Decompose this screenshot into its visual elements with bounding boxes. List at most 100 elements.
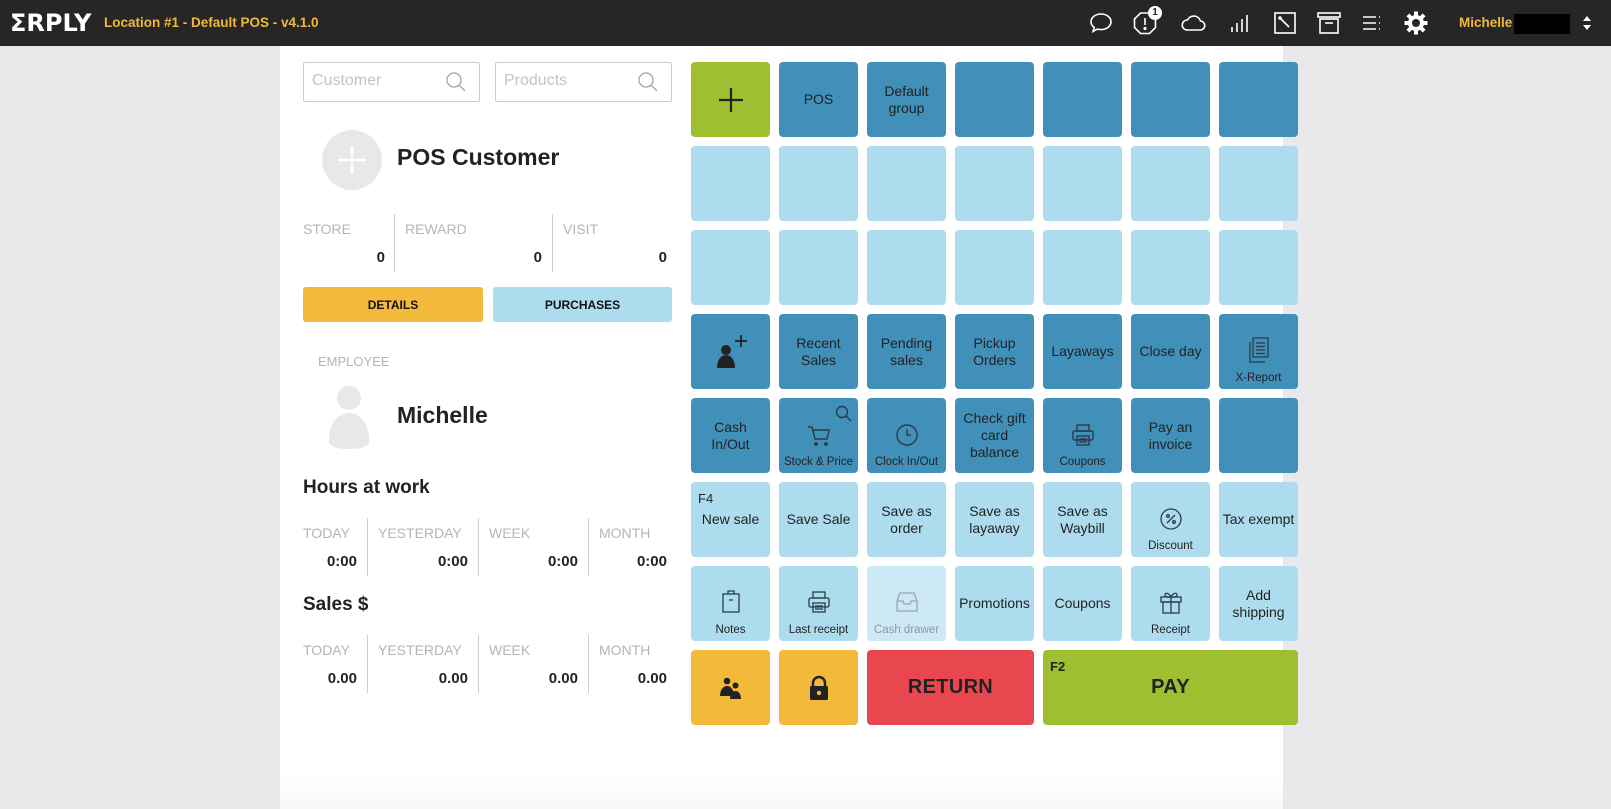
purchases-button[interactable]: PURCHASES: [493, 287, 672, 322]
empty-tile[interactable]: [1131, 62, 1210, 137]
return-button[interactable]: RETURN: [867, 650, 1034, 725]
new-sale-button[interactable]: F4 New sale: [691, 482, 770, 557]
empty-product-tile[interactable]: [779, 230, 858, 305]
empty-product-tile[interactable]: [867, 230, 946, 305]
x-report-button[interactable]: X-Report: [1219, 314, 1298, 389]
discount-button[interactable]: Discount: [1131, 482, 1210, 557]
notes-button[interactable]: Notes: [691, 566, 770, 641]
customer-search-input[interactable]: [312, 72, 442, 90]
details-button[interactable]: DETAILS: [303, 287, 483, 322]
recent-sales-button[interactable]: Recent Sales: [779, 314, 858, 389]
top-bar: ΣRPLY Location #1 - Default POS - v4.1.0…: [0, 0, 1611, 46]
tile-label: POS: [803, 91, 834, 107]
clock-in-out-button[interactable]: Clock In/Out: [867, 398, 946, 473]
users-icon: [719, 677, 741, 699]
plus-icon: [718, 87, 743, 112]
tile-label: Promotions: [959, 595, 1030, 611]
search-icon[interactable]: [445, 71, 467, 93]
percent-icon: [1159, 508, 1182, 530]
promotions-button[interactable]: Promotions: [955, 566, 1034, 641]
sales-value-today: 0.00: [327, 670, 357, 687]
empty-product-tile[interactable]: [867, 146, 946, 221]
chat-icon[interactable]: [1087, 9, 1115, 37]
tile-label: Last receipt: [788, 624, 849, 636]
empty-tile[interactable]: [1219, 398, 1298, 473]
tile-label: Check gift card balance: [963, 410, 1026, 460]
cash-in-out-button[interactable]: Cash In/Out: [691, 398, 770, 473]
empty-product-tile[interactable]: [691, 146, 770, 221]
add-shipping-button[interactable]: Add shipping: [1219, 566, 1298, 641]
empty-product-tile[interactable]: [1131, 230, 1210, 305]
empty-tile[interactable]: [1043, 62, 1122, 137]
pay-button[interactable]: F2 PAY: [1043, 650, 1298, 725]
empty-product-tile[interactable]: [1043, 230, 1122, 305]
save-sale-button[interactable]: Save Sale: [779, 482, 858, 557]
employee-name: Michelle: [397, 402, 488, 428]
sales-label-today: TODAY: [303, 642, 350, 658]
layaways-button[interactable]: Layaways: [1043, 314, 1122, 389]
lock-button[interactable]: [779, 650, 858, 725]
stock-price-button[interactable]: Stock & Price: [779, 398, 858, 473]
empty-product-tile[interactable]: [691, 230, 770, 305]
empty-product-tile[interactable]: [955, 230, 1034, 305]
sales-label-month: MONTH: [599, 642, 651, 658]
pending-sales-button[interactable]: Pending sales: [867, 314, 946, 389]
coupons-button[interactable]: Coupons: [1043, 566, 1122, 641]
sales-label-week: WEEK: [489, 642, 531, 658]
save-as-layaway-button[interactable]: Save as layaway: [955, 482, 1034, 557]
tax-exempt-button[interactable]: Tax exempt: [1219, 482, 1298, 557]
archive-icon[interactable]: [1315, 9, 1343, 37]
add-customer-button[interactable]: [691, 314, 770, 389]
search-icon[interactable]: [637, 71, 659, 93]
empty-product-tile[interactable]: [1219, 230, 1298, 305]
save-as-order-button[interactable]: Save as order: [867, 482, 946, 557]
close-day-button[interactable]: Close day: [1131, 314, 1210, 389]
alert-icon[interactable]: 1: [1131, 6, 1162, 37]
divider: [588, 635, 589, 693]
sales-value-week: 0.00: [548, 670, 578, 687]
coupons-print-button[interactable]: Coupons: [1043, 398, 1122, 473]
empty-product-tile[interactable]: [779, 146, 858, 221]
hours-value-today: 0:00: [326, 553, 357, 570]
cash-drawer-button[interactable]: Cash drawer: [867, 566, 946, 641]
signal-icon[interactable]: [1226, 9, 1254, 37]
add-customer-avatar[interactable]: [322, 130, 382, 190]
empty-tile[interactable]: [955, 62, 1034, 137]
switch-user-button[interactable]: [691, 650, 770, 725]
empty-product-tile[interactable]: [1043, 146, 1122, 221]
product-group-tile[interactable]: Default group: [867, 62, 946, 137]
menu-icon[interactable]: [1358, 9, 1386, 37]
customer-search[interactable]: [303, 62, 480, 102]
user-menu[interactable]: Michelle: [1459, 15, 1512, 30]
printer-icon: [1071, 424, 1094, 446]
product-group-tile[interactable]: POS: [779, 62, 858, 137]
tile-label: Pay an invoice: [1148, 418, 1193, 452]
settings-icon[interactable]: [1402, 9, 1430, 37]
empty-tile[interactable]: [1219, 62, 1298, 137]
hours-title: Hours at work: [303, 477, 430, 498]
last-receipt-button[interactable]: Last receipt: [779, 566, 858, 641]
lock-icon: [809, 675, 828, 700]
save-as-waybill-button[interactable]: Save as Waybill: [1043, 482, 1122, 557]
pay-invoice-button[interactable]: Pay an invoice: [1131, 398, 1210, 473]
empty-product-tile[interactable]: [1131, 146, 1210, 221]
shortcut-key: F4: [698, 491, 714, 506]
tile-label: Cash In/Out: [711, 418, 750, 452]
gift-receipt-button[interactable]: Receipt: [1131, 566, 1210, 641]
product-search-input[interactable]: [504, 72, 634, 90]
check-gift-card-button[interactable]: Check gift card balance: [955, 398, 1034, 473]
edit-icon[interactable]: [1271, 9, 1299, 37]
product-search[interactable]: [495, 62, 672, 102]
divider: [552, 214, 553, 272]
cloud-icon[interactable]: [1179, 9, 1207, 37]
pickup-orders-button[interactable]: Pickup Orders: [955, 314, 1034, 389]
sales-label-yesterday: YESTERDAY: [378, 642, 462, 658]
erply-logo: ΣRPLY: [10, 9, 92, 37]
add-product-group-button[interactable]: [691, 62, 770, 137]
empty-product-tile[interactable]: [1219, 146, 1298, 221]
tile-label: Recent Sales: [796, 334, 841, 368]
divider: [367, 635, 368, 693]
sort-arrows-icon[interactable]: [1581, 13, 1593, 33]
hours-label-yesterday: YESTERDAY: [378, 525, 462, 541]
empty-product-tile[interactable]: [955, 146, 1034, 221]
